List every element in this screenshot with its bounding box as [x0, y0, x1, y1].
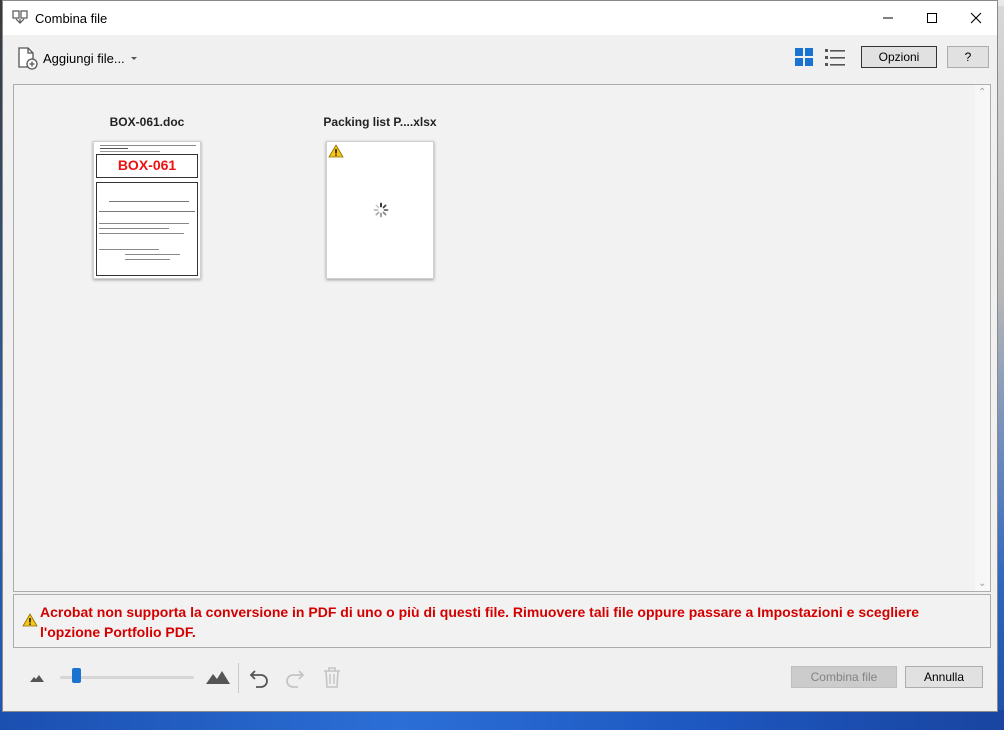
options-button[interactable]: Opzioni — [861, 46, 937, 68]
file-thumbnail[interactable]: BOX-061 — [93, 141, 201, 279]
grid-view-icon[interactable] — [793, 46, 815, 68]
redo-button[interactable] — [283, 665, 307, 689]
minimize-icon — [883, 17, 893, 19]
file-thumbnails-area: BOX-061.doc BOX-061 Packing list P....xl… — [13, 84, 991, 592]
warning-message-bar: Acrobat non supporta la conversione in P… — [13, 594, 991, 648]
vertical-scrollbar[interactable]: ⌃ ⌄ — [975, 85, 990, 591]
toolbar: Aggiungi file... — [3, 35, 997, 81]
maximize-button[interactable] — [909, 1, 955, 35]
warning-icon — [328, 144, 344, 158]
scroll-up-icon[interactable]: ⌃ — [978, 87, 986, 98]
title-bar: Combina file — [3, 1, 997, 35]
redo-icon — [286, 670, 305, 688]
add-files-button[interactable]: Aggiungi file... — [15, 45, 139, 71]
file-item[interactable]: BOX-061.doc BOX-061 — [67, 115, 227, 279]
file-name: Packing list P....xlsx — [323, 115, 437, 129]
combine-files-button[interactable]: Combina file — [791, 666, 897, 688]
file-item[interactable]: Packing list P....xlsx — [300, 115, 460, 279]
help-button[interactable]: ? — [947, 46, 989, 68]
close-button[interactable] — [953, 1, 999, 35]
add-files-label: Aggiungi file... — [43, 50, 125, 66]
file-name: BOX-061.doc — [109, 115, 185, 129]
file-thumbnail[interactable] — [326, 141, 434, 279]
warning-icon — [22, 613, 38, 627]
desktop-taskbar-strip — [0, 710, 1004, 730]
maximize-icon — [927, 13, 937, 23]
toolbar-divider — [238, 663, 239, 693]
scroll-down-icon[interactable]: ⌄ — [978, 578, 986, 589]
combine-files-icon — [12, 10, 28, 24]
warning-message-text: Acrobat non supporta la conversione in P… — [40, 604, 920, 640]
undo-button[interactable] — [247, 665, 271, 689]
window-title: Combina file — [35, 11, 108, 26]
cancel-button[interactable]: Annulla — [905, 666, 983, 688]
zoom-slider-thumb[interactable] — [71, 668, 81, 683]
minimize-button[interactable] — [865, 1, 911, 35]
combine-files-dialog: Combina file Aggiungi file... Opzioni ? … — [2, 0, 998, 712]
chevron-down-icon — [130, 57, 137, 60]
trash-icon — [324, 667, 340, 688]
undo-icon — [249, 670, 268, 688]
large-mountain-icon[interactable] — [205, 669, 231, 685]
desktop-background-right — [998, 0, 1004, 730]
close-icon — [970, 12, 982, 24]
delete-button[interactable] — [320, 665, 344, 689]
document-preview-body — [96, 182, 198, 276]
list-view-icon[interactable] — [824, 46, 846, 68]
add-file-icon — [18, 47, 38, 70]
document-preview-title: BOX-061 — [96, 154, 198, 178]
loading-spinner-icon — [373, 202, 389, 218]
small-mountain-icon[interactable] — [29, 673, 45, 683]
